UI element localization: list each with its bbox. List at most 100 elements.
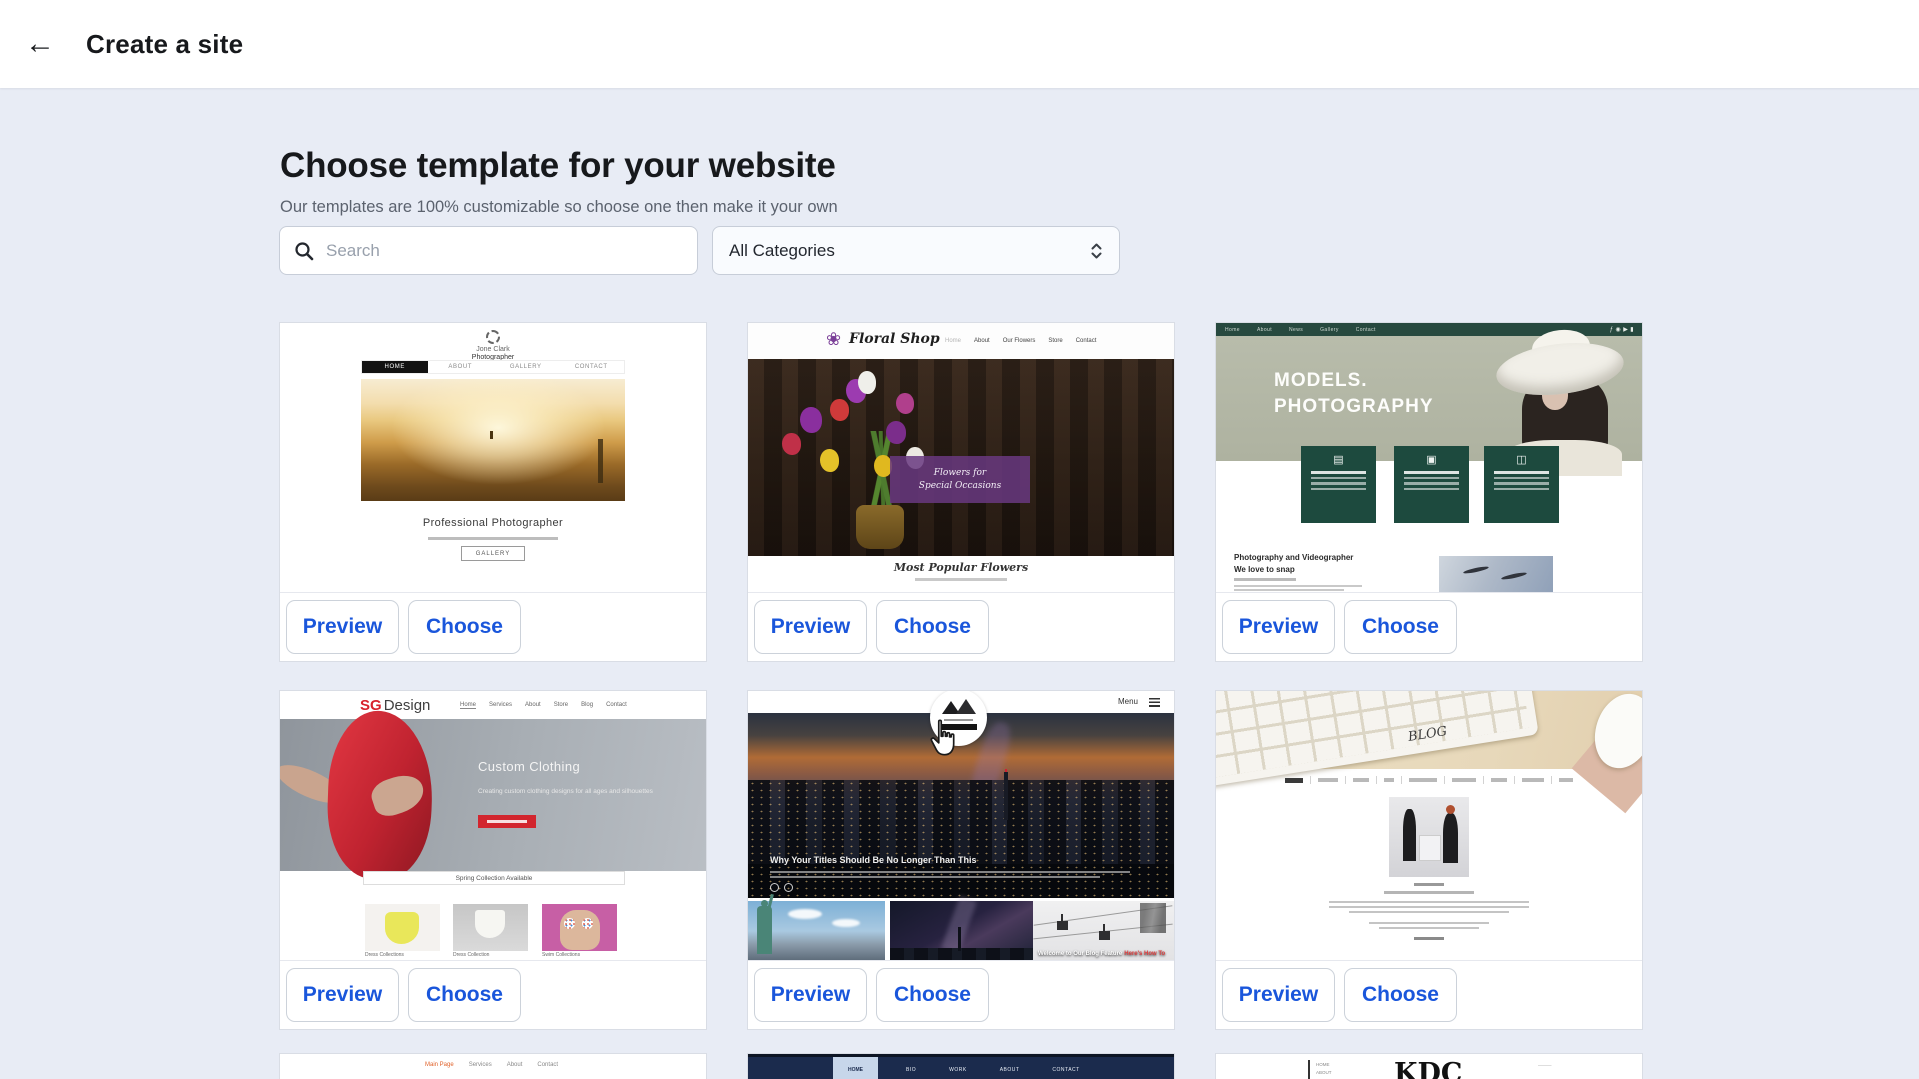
thumb-nav-item: Store: [554, 702, 568, 709]
flower-vase: [856, 505, 904, 549]
makeup-eyes-image: [1439, 556, 1553, 593]
category-selected-value: All Categories: [729, 241, 835, 261]
thumb-nav-item: Services: [469, 1062, 492, 1068]
tulip: [886, 421, 906, 444]
text-line: [1404, 488, 1459, 491]
salon-photo: [1389, 797, 1469, 877]
template-card-partial-left: Main Page Services About Contact: [279, 1053, 707, 1079]
text-line: [1404, 471, 1459, 474]
salon-chair: [1419, 835, 1441, 861]
template-row-3: Main Page Services About Contact HOME BI…: [279, 1053, 1643, 1079]
section-subheading: Our templates are 100% customizable so c…: [280, 198, 838, 217]
thumb-nav-item: BIO: [906, 1067, 916, 1073]
choose-button[interactable]: Choose: [876, 600, 989, 654]
text-line: [1414, 883, 1444, 886]
template-thumbnail-models-photography[interactable]: Home About News Gallery Contact ƒ ◉ ▶ ▮ …: [1216, 323, 1642, 593]
topbar: ← Create a site: [0, 0, 1919, 88]
thumb-nav-item: Our Flowers: [1003, 338, 1036, 344]
choose-button[interactable]: Choose: [408, 968, 521, 1022]
white-dress: [475, 910, 505, 938]
template-card-photographer: Jone Clark Photographer HOME ABOUT GALLE…: [279, 322, 707, 662]
model-torso: [560, 910, 600, 950]
text-line: [1311, 471, 1366, 474]
preview-button[interactable]: Preview: [754, 968, 867, 1022]
thumb-hero-tagline: Creating custom clothing designs for all…: [478, 787, 668, 797]
thumb-nav-item: HOME: [1316, 1061, 1332, 1069]
category-dropdown[interactable]: All Categories: [712, 226, 1120, 275]
post-thumb-ski-lift: Welcome to Our Blog FeatureHere's How To: [1033, 901, 1174, 961]
thumb-nav-item: Services: [489, 702, 512, 709]
thumb-hero-banner: Flowers for Special Occasions: [890, 456, 1030, 503]
thumb-nav-item: [1353, 778, 1369, 782]
template-thumbnail-floral-shop[interactable]: ❀ Floral Shop Home About Our Flowers Sto…: [748, 323, 1174, 593]
preview-button[interactable]: Preview: [286, 968, 399, 1022]
text-line: [1494, 477, 1549, 480]
text-line: [1311, 482, 1366, 485]
white-hat: [1493, 336, 1626, 401]
mountain-logo-badge: [930, 691, 987, 746]
cloud: [788, 909, 822, 919]
choose-button[interactable]: Choose: [1344, 968, 1457, 1022]
template-thumbnail-partial-center[interactable]: HOME BIO WORK ABOUT CONTACT: [748, 1054, 1174, 1079]
red-dress-hero-image: Custom Clothing Creating custom clothing…: [280, 719, 706, 871]
tulip: [800, 407, 822, 433]
template-card-keyboard-blog: BLOG: [1215, 690, 1643, 1030]
template-thumbnail-city-blog[interactable]: Menu Why Your Titles Should Be No Longer…: [748, 691, 1174, 961]
statue-of-liberty: [757, 906, 772, 954]
thumb-nav-item: CONTACT: [1052, 1067, 1079, 1073]
thumb-site-name: Jone Clark: [280, 346, 706, 353]
person-figure: [1403, 809, 1416, 861]
thumb-nav-item: [1491, 778, 1507, 782]
choose-button[interactable]: Choose: [408, 600, 521, 654]
search-input[interactable]: [326, 241, 683, 261]
thumb-header: ❀ Floral Shop Home About Our Flowers Sto…: [748, 323, 1174, 359]
thumb-nav-item: About: [974, 338, 990, 344]
product-image-yellow-dress: [365, 904, 440, 951]
logo-band: [940, 724, 977, 730]
white-keyboard: [1216, 691, 1539, 787]
text-line: [770, 871, 1130, 873]
search-icon: [294, 241, 314, 261]
chevron-up-down-icon: [1090, 241, 1103, 261]
feature-card-photography: ◫: [1484, 446, 1559, 523]
preview-button[interactable]: Preview: [754, 600, 867, 654]
camera-shutter-icon: [486, 330, 500, 344]
choose-button[interactable]: Choose: [876, 968, 989, 1022]
bikini-top: [564, 918, 575, 929]
template-row-2: SGDesign Home Services About Store Blog …: [279, 690, 1643, 1030]
template-thumbnail-keyboard-blog[interactable]: BLOG: [1216, 691, 1642, 961]
template-thumbnail-partial-right[interactable]: HOME ABOUT KDC ———: [1216, 1054, 1642, 1079]
thumb-section: Most Popular Flowers: [748, 556, 1174, 593]
template-card-partial-center: HOME BIO WORK ABOUT CONTACT: [747, 1053, 1175, 1079]
hamburger-menu-icon: [1149, 698, 1160, 707]
product-label: Dress Collections: [365, 952, 404, 958]
thumb-section-title: Most Popular Flowers: [748, 561, 1174, 574]
thumb-content-title: Photography and Videographer: [1234, 553, 1353, 562]
choose-button[interactable]: Choose: [1344, 600, 1457, 654]
thumb-nav-item-active: HOME: [833, 1057, 878, 1079]
thumb-header: SGDesign Home Services About Store Blog …: [280, 691, 706, 719]
thumb-nav-item: HOME: [362, 361, 428, 373]
preview-button[interactable]: Preview: [1222, 600, 1335, 654]
thumb-nav-item: About: [1257, 327, 1272, 333]
back-arrow-icon[interactable]: ←: [18, 22, 62, 66]
text-line: [1234, 589, 1344, 591]
thumb-nav-item: ABOUT: [1000, 1067, 1020, 1073]
thumb-tagline-line: [428, 537, 558, 540]
template-card-sg-design: SGDesign Home Services About Store Blog …: [279, 690, 707, 1030]
thumb-nav-item: [1384, 778, 1394, 782]
thumb-nav-item: GALLERY: [493, 361, 559, 373]
preview-button[interactable]: Preview: [1222, 968, 1335, 1022]
preview-button[interactable]: Preview: [286, 600, 399, 654]
thumb-nav-item: Blog: [581, 702, 593, 709]
search-box[interactable]: [279, 226, 698, 275]
text-line: ———: [1538, 1063, 1552, 1068]
template-thumbnail-partial-left[interactable]: Main Page Services About Contact: [280, 1054, 706, 1079]
text-line: [1311, 488, 1366, 491]
template-thumbnail-photographer[interactable]: Jone Clark Photographer HOME ABOUT GALLE…: [280, 323, 706, 593]
template-thumbnail-sg-design[interactable]: SGDesign Home Services About Store Blog …: [280, 691, 706, 961]
text-line: [1311, 477, 1366, 480]
text-line: [1379, 927, 1479, 929]
thumb-nav-item: Home: [460, 702, 476, 709]
text-line: [1234, 578, 1296, 581]
